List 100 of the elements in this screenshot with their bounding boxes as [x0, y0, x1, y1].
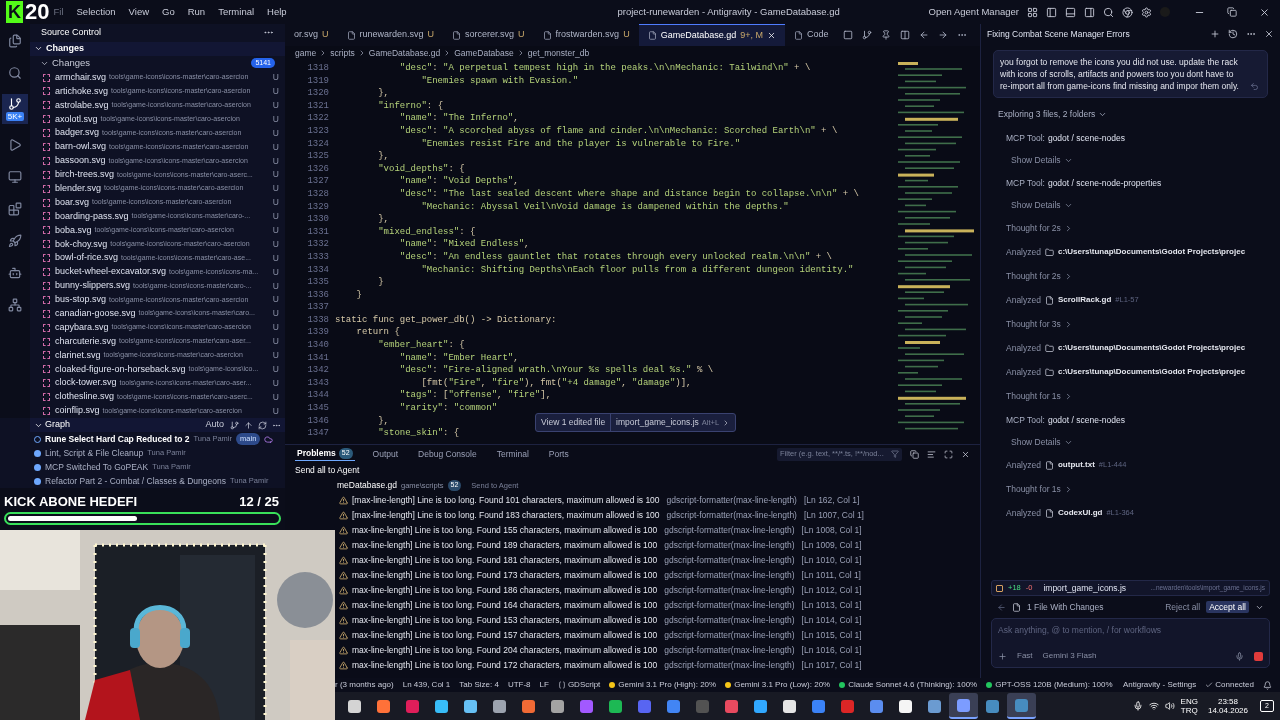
problem-message[interactable]: max-line-length] Line is too long. Found 186 characters, maximum allowed is 100 [352, 584, 658, 597]
commit-message[interactable]: MCP Switched To GoPEAK [45, 460, 149, 474]
panel-tab[interactable]: Output [370, 447, 401, 461]
agent-manager-link[interactable]: Open Agent Manager [928, 4, 1019, 20]
editor-tab[interactable]: or.svg U [285, 24, 338, 46]
split-editor-icon[interactable] [900, 30, 911, 40]
file-name[interactable]: astrolabe.svg [55, 98, 109, 113]
editor-tab[interactable]: runewarden.svg U [337, 24, 444, 46]
group-header[interactable]: Changes [40, 56, 91, 71]
file-name[interactable]: bus-stop.svg [55, 293, 107, 307]
menu-item[interactable]: Help [267, 4, 287, 20]
pin-icon[interactable] [881, 30, 892, 40]
secondary-sidebar-icon[interactable] [1083, 6, 1095, 18]
section-header[interactable]: Changes [30, 41, 285, 56]
collapse-icon[interactable] [910, 449, 919, 459]
file-name[interactable]: boarding-pass.svg [55, 209, 129, 224]
file-name[interactable]: bowl-of-rice.svg [55, 251, 119, 265]
chat-input[interactable]: Ask anything, @ to mention, / for workflows Fast Gemini 3 Flash [991, 618, 1270, 668]
analyzed-path[interactable]: c:\Users\tunap\Documents\Godot Projects\projec [1057, 366, 1246, 378]
commit-message[interactable]: Refactor Part 2 - Combat / Classes & Dungeons [45, 474, 226, 488]
file-name[interactable]: barn-owl.svg [55, 140, 107, 154]
back-icon[interactable] [919, 30, 930, 40]
analyzed-path[interactable]: output.txt [1057, 459, 1095, 471]
breadcrumb[interactable]: game [295, 46, 317, 60]
mode-selector[interactable]: Fast [1017, 650, 1033, 662]
problem-message[interactable]: max-line-length] Line is too long. Found 189 characters, maximum allowed is 100 [352, 539, 658, 552]
file-name[interactable]: boba.svg [55, 223, 92, 238]
show-details-toggle[interactable]: Show Details [1011, 436, 1073, 449]
panel-tab[interactable]: Ports [546, 447, 571, 461]
file-name[interactable]: capybara.svg [55, 320, 109, 335]
problem-message[interactable]: max-line-length] Line is too long. Found 164 characters, maximum allowed is 100 [352, 599, 658, 612]
close-icon[interactable] [766, 31, 776, 40]
status-item[interactable]: Ln 439, Col 1 [402, 679, 451, 691]
menu-item[interactable]: Go [162, 4, 175, 20]
notification-icon[interactable] [1263, 680, 1272, 690]
file-name[interactable]: clock-tower.svg [55, 376, 117, 390]
problem-message[interactable]: max-line-length] Line is too long. Found 181 characters, maximum allowed is 100 [352, 554, 658, 567]
file-name[interactable]: birch-trees.svg [55, 168, 115, 182]
panel-toggle-icon[interactable] [1064, 6, 1076, 18]
settings-icon[interactable] [1140, 6, 1152, 18]
model-selector[interactable]: Gemini 3 Flash [1042, 650, 1097, 662]
editor-tab[interactable]: GameDatabase.gd 9+, M [638, 24, 785, 46]
exploring-summary[interactable]: Exploring 3 files, 2 folders [998, 107, 1108, 121]
quota-item[interactable]: GPT-OSS 120B (Medium): 100% [986, 679, 1113, 691]
restore-icon[interactable] [1226, 7, 1237, 17]
problem-message[interactable]: max-line-length] Line is too long. Found 155 characters, maximum allowed is 100 [352, 524, 658, 537]
show-details-toggle[interactable]: Show Details [1011, 199, 1073, 212]
commit-message[interactable]: Lint, Script & File Cleanup [45, 446, 144, 460]
problem-message[interactable]: max-line-length] Line is too long. Found 173 characters, maximum allowed is 100 [352, 569, 658, 582]
problem-message[interactable]: max-line-length] Line is too long. Found 157 characters, maximum allowed is 100 [352, 629, 658, 642]
file-name[interactable]: blender.svg [55, 181, 102, 196]
problem-message[interactable]: max-line-length] Line is too long. Found 153 characters, maximum allowed is 100 [352, 614, 658, 627]
changed-file-name[interactable]: import_game_icons.js [1043, 581, 1127, 595]
close-icon[interactable] [1258, 6, 1270, 18]
menu-item[interactable]: Run [187, 4, 206, 20]
analyzed-path[interactable]: c:\Users\tunap\Documents\Godot Projects\projec [1057, 342, 1246, 354]
thought-toggle[interactable]: Thought for 1s [1006, 482, 1073, 496]
status-item[interactable]: r (3 months ago) [335, 679, 394, 691]
status-item[interactable]: Tab Size: 4 [459, 679, 499, 691]
push-icon[interactable] [244, 420, 253, 430]
sidebar-toggle-icon[interactable] [1045, 6, 1057, 18]
menu-item[interactable]: Terminal [218, 4, 255, 20]
changes-summary[interactable]: 1 File With Changes [1027, 600, 1104, 614]
menu-item[interactable]: Fil [53, 4, 64, 20]
status-item[interactable]: LF [539, 679, 549, 691]
file-name[interactable]: clarinet.svg [55, 348, 101, 363]
file-name[interactable]: cloaked-figure-on-horseback.svg [55, 362, 186, 377]
compare-icon[interactable] [862, 30, 873, 40]
quota-item[interactable]: Claude Sonnet 4.6 (Thinking): 100% [839, 679, 978, 691]
editor-tab[interactable]: Code [784, 24, 838, 46]
file-name[interactable]: bassoon.svg [55, 154, 106, 168]
thought-toggle[interactable]: Thought for 2s [1006, 269, 1073, 283]
file-name[interactable]: axolotl.svg [55, 112, 98, 126]
undo-icon[interactable] [1250, 82, 1259, 91]
send-all-button[interactable]: Send all to Agent [295, 464, 360, 477]
history-icon[interactable] [1228, 29, 1238, 39]
clock-date[interactable]: 14.04.2026 [1207, 706, 1248, 715]
accept-all-button[interactable]: Accept all [1206, 600, 1249, 614]
reject-all-button[interactable]: Reject all [1165, 600, 1201, 614]
activity-bar-item[interactable]: 5K+ [2, 94, 28, 124]
file-name[interactable]: clothesline.svg [55, 390, 115, 404]
status-item[interactable]: Antigravity - Settings [1122, 679, 1197, 691]
close-icon[interactable] [1264, 29, 1274, 39]
file-name[interactable]: bunny-slippers.svg [55, 279, 131, 293]
breadcrumb[interactable]: GameDatabase.gd [368, 46, 441, 60]
clock-time[interactable]: 23:58 [1217, 697, 1238, 706]
branch-icon[interactable] [230, 420, 239, 430]
thought-toggle[interactable]: Thought for 3s [1006, 317, 1073, 331]
mode-label[interactable]: Auto [205, 418, 224, 432]
panel-tab[interactable]: Terminal [494, 447, 531, 461]
file-name[interactable]: coinflip.svg [55, 404, 100, 418]
view-icon[interactable] [927, 449, 936, 459]
file-name[interactable]: canadian-goose.svg [55, 306, 136, 321]
menu-item[interactable]: Selection [76, 4, 116, 20]
thought-toggle[interactable]: Thought for 2s [1006, 221, 1073, 235]
status-item[interactable]: UTF-8 [507, 679, 531, 691]
breadcrumb[interactable]: GameDatabase [454, 46, 514, 60]
forward-icon[interactable] [938, 30, 949, 40]
quota-item[interactable]: Gemini 3.1 Pro (High): 20% [609, 679, 717, 691]
layout-icon[interactable] [1026, 6, 1038, 18]
